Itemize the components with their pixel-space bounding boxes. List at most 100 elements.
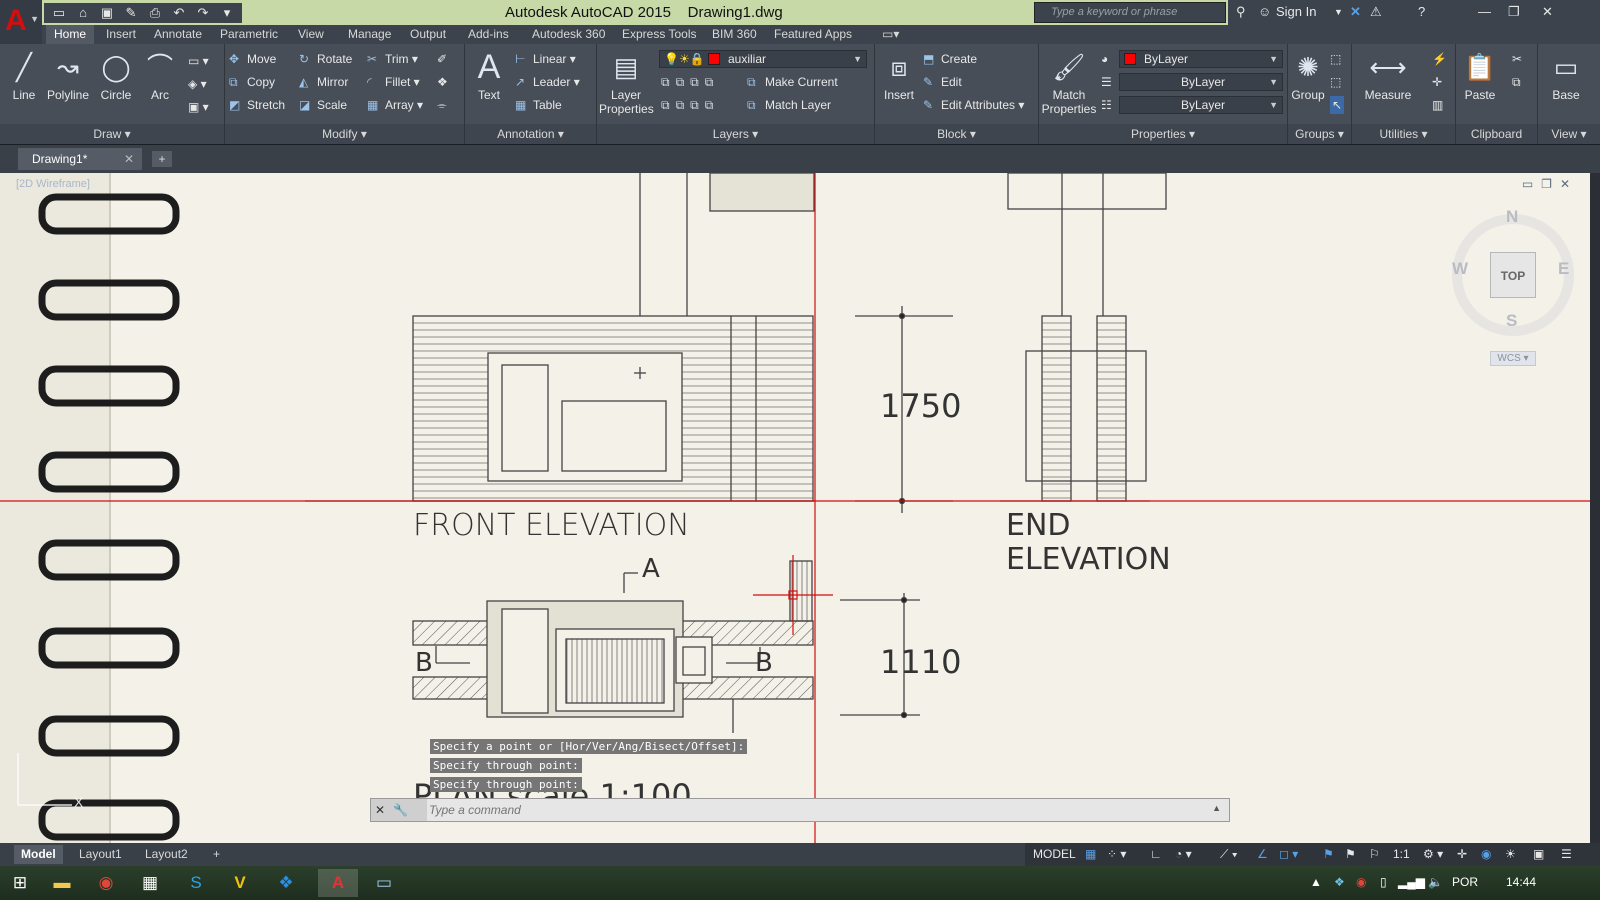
text-button[interactable]: A Text: [471, 50, 507, 102]
print-icon[interactable]: ⎙: [144, 3, 166, 23]
fillet-button[interactable]: ◜ Fillet ▾: [367, 73, 420, 91]
binoculars-icon[interactable]: ⚲: [1236, 4, 1246, 20]
stretch-button[interactable]: ◩ Stretch: [229, 96, 285, 114]
ungroup-icon[interactable]: ⬚: [1330, 50, 1341, 68]
vlc-icon[interactable]: V: [220, 869, 260, 897]
tab-layout1[interactable]: Layout1: [72, 845, 129, 864]
user-icon[interactable]: ☺: [1258, 4, 1271, 19]
layer-dropdown[interactable]: 💡☀🔒 auxiliar ▼: [659, 50, 867, 68]
autocad-taskbar-icon[interactable]: A: [318, 869, 358, 897]
language-indicator[interactable]: POR: [1452, 875, 1478, 889]
tab-insert[interactable]: Insert: [106, 27, 136, 41]
hatch-icon[interactable]: ◈ ▾: [188, 75, 207, 93]
tab-manage[interactable]: Manage: [348, 27, 391, 41]
insert-button[interactable]: ⧈ Insert: [879, 50, 919, 102]
tray-dropbox-icon[interactable]: ❖: [1334, 875, 1345, 889]
help-icon[interactable]: ?: [1418, 4, 1425, 19]
calculator-icon[interactable]: ▥: [1432, 96, 1443, 114]
hardware-acceleration-icon[interactable]: ◉: [1481, 847, 1491, 861]
restore-icon[interactable]: ❐: [1508, 4, 1520, 20]
tray-expand-icon[interactable]: ▲: [1310, 875, 1322, 889]
annotation-scale-value[interactable]: 1:1: [1393, 847, 1410, 861]
match-layer-button[interactable]: ⧉ Match Layer: [747, 96, 831, 114]
sign-in-dropdown-icon[interactable]: ▼: [1334, 7, 1343, 17]
layer-properties-button[interactable]: ▤ Layer Properties: [599, 50, 654, 116]
annotation-panel-title[interactable]: Annotation ▾: [465, 124, 596, 144]
viewcube-east[interactable]: E: [1558, 259, 1569, 279]
search-input[interactable]: Type a keyword or phrase: [1034, 2, 1226, 23]
polyline-button[interactable]: ↝ Polyline: [42, 50, 94, 102]
trim-button[interactable]: ✂ Trim ▾: [367, 50, 418, 68]
close-command-icon[interactable]: ✕: [375, 803, 393, 817]
snap-icon[interactable]: ⁘ ▾: [1107, 847, 1126, 861]
tab-bim-360[interactable]: BIM 360: [712, 27, 757, 41]
viewport-controls-label[interactable]: [2D Wireframe]: [16, 178, 90, 190]
rectangle-icon[interactable]: ▭ ▾: [188, 52, 209, 70]
save-icon[interactable]: ▣: [96, 3, 118, 23]
sign-in-link[interactable]: Sign In: [1276, 4, 1316, 19]
file-explorer-icon[interactable]: ▬: [42, 869, 82, 897]
command-input[interactable]: [429, 801, 1189, 819]
grid-icon[interactable]: ▦: [1085, 847, 1096, 861]
windows-start-icon[interactable]: ⊞: [0, 869, 40, 897]
group-edit-icon[interactable]: ⬚: [1330, 73, 1341, 91]
circle-button[interactable]: ◯ Circle: [96, 50, 136, 102]
table-button[interactable]: ▦ Table: [515, 96, 562, 114]
annotation-scale-icon[interactable]: ⚐: [1369, 847, 1380, 861]
tab-annotate[interactable]: Annotate: [154, 27, 202, 41]
annotation-monitor-icon[interactable]: ✛: [1457, 847, 1467, 861]
calculator-app-icon[interactable]: ▦: [130, 869, 170, 897]
tab-layout2[interactable]: Layout2: [138, 845, 195, 864]
layers-panel-title[interactable]: Layers ▾: [597, 124, 874, 144]
window-app-icon[interactable]: ▭: [364, 869, 404, 897]
explode-icon[interactable]: ❖: [437, 73, 448, 91]
color-dropdown[interactable]: ByLayer ▼: [1119, 50, 1283, 68]
viewport-restore-icon[interactable]: ❐: [1541, 177, 1560, 191]
exchange-icon[interactable]: ✕: [1350, 4, 1361, 20]
erase-icon[interactable]: ✐: [437, 50, 447, 68]
file-tab-drawing1[interactable]: Drawing1* ✕: [18, 148, 142, 170]
vertical-scrollbar[interactable]: [1590, 173, 1600, 843]
a360-icon[interactable]: ⚠: [1370, 4, 1382, 20]
workspace-gear-icon[interactable]: ⚙ ▾: [1423, 847, 1443, 861]
layer-tools-row1-icons[interactable]: ⧉⧉⧉⧉: [661, 73, 719, 91]
cut-icon[interactable]: ✂: [1512, 50, 1522, 68]
polar-icon[interactable]: ◔ ▾: [1175, 847, 1192, 861]
clipboard-panel-title[interactable]: Clipboard: [1456, 124, 1537, 144]
volume-icon[interactable]: 🔈: [1428, 875, 1443, 889]
tab-home[interactable]: Home: [46, 25, 95, 44]
clean-screen-icon[interactable]: ▣: [1533, 847, 1544, 861]
close-icon[interactable]: ✕: [1542, 4, 1553, 20]
lineweight-dropdown[interactable]: ByLayer ▼: [1119, 96, 1283, 114]
viewcube-top-face[interactable]: TOP: [1490, 252, 1536, 298]
object-snap-tracking-icon[interactable]: ∠: [1257, 847, 1268, 861]
object-snap-icon[interactable]: ◻ ▾: [1279, 847, 1298, 861]
point-icon[interactable]: ✛: [1432, 73, 1442, 91]
make-current-button[interactable]: ⧉ Make Current: [747, 73, 838, 91]
tab-output[interactable]: Output: [410, 27, 446, 41]
copy-button[interactable]: ⧉ Copy: [229, 73, 275, 91]
customize-qat-icon[interactable]: ▾: [216, 3, 238, 23]
group-selection-icon[interactable]: ↖: [1330, 96, 1345, 114]
application-menu-button[interactable]: A ▼: [0, 0, 42, 44]
ribbon-display-toggle-icon[interactable]: ▭▾: [882, 27, 899, 41]
minimize-icon[interactable]: —: [1478, 4, 1491, 19]
linear-dim-button[interactable]: ⊢ Linear ▾: [515, 50, 576, 68]
tab-add-ins[interactable]: Add-ins: [468, 27, 509, 41]
move-button[interactable]: ✥ Move: [229, 50, 276, 68]
network-icon[interactable]: ▂▄▆: [1398, 875, 1425, 889]
customize-command-icon[interactable]: 🔧: [393, 803, 416, 817]
tab-autodesk-360[interactable]: Autodesk 360: [532, 27, 605, 41]
scale-button[interactable]: ◪ Scale: [299, 96, 347, 114]
paste-button[interactable]: 📋 Paste: [1460, 50, 1500, 102]
edit-block-button[interactable]: ✎ Edit: [923, 73, 962, 91]
dropbox-icon[interactable]: ❖: [266, 869, 306, 897]
mirror-button[interactable]: ◭ Mirror: [299, 73, 348, 91]
viewcube-west[interactable]: W: [1452, 259, 1468, 279]
copy-clip-icon[interactable]: ⧉: [1512, 73, 1521, 91]
groups-panel-title[interactable]: Groups ▾: [1288, 124, 1351, 144]
isodraft-icon[interactable]: ⟋ ▾: [1220, 847, 1238, 862]
isolate-objects-icon[interactable]: ☀: [1505, 847, 1516, 861]
tab-model[interactable]: Model: [14, 845, 63, 864]
add-layout-icon[interactable]: +: [206, 845, 227, 864]
